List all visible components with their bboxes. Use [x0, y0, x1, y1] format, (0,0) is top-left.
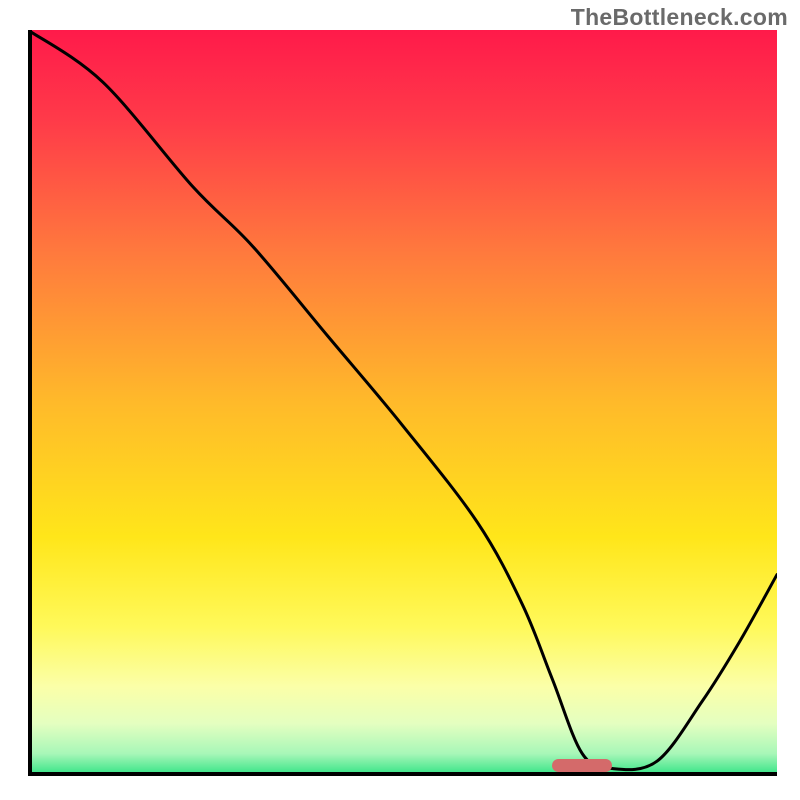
- optimal-marker: [552, 759, 612, 772]
- gradient-background: [28, 30, 777, 776]
- plot-area: [28, 30, 777, 776]
- watermark-text: TheBottleneck.com: [571, 4, 788, 31]
- plot-svg: [28, 30, 777, 776]
- chart-frame: TheBottleneck.com: [0, 0, 800, 800]
